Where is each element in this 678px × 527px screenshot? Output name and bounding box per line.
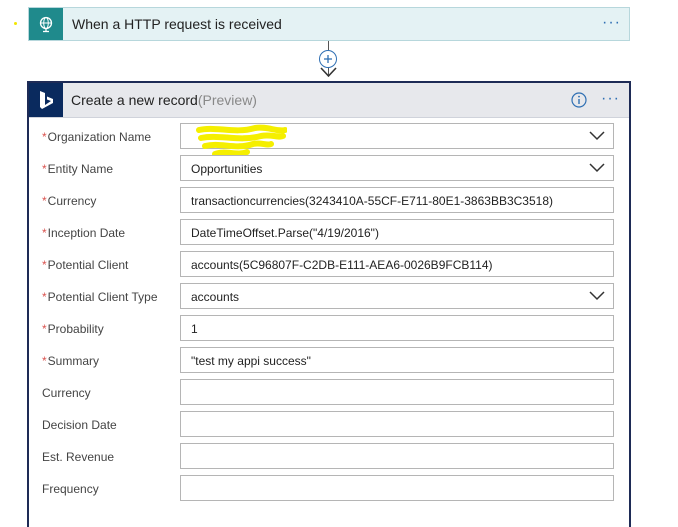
field-value: accounts(5C96807F-C2DB-E111-AEA6-0026B9F… <box>191 258 493 272</box>
field-value: accounts <box>191 290 240 304</box>
field-label-text: Organization Name <box>47 130 152 144</box>
field-label-text: Decision Date <box>42 418 117 432</box>
frequency-input[interactable] <box>180 475 614 501</box>
field-label: *Potential Client Type <box>42 290 158 304</box>
chevron-down-icon[interactable] <box>589 131 605 141</box>
field-label-text: Frequency <box>42 482 99 496</box>
trigger-card[interactable]: When a HTTP request is received ··· <box>28 7 630 41</box>
form-row-potential-client: *Potential Client accounts(5C96807F-C2DB-… <box>29 251 629 283</box>
field-label: *Inception Date <box>42 226 125 240</box>
summary-input[interactable]: "test my appi success" <box>180 347 614 373</box>
form-row-currency: Currency <box>29 379 629 411</box>
field-label: *Organization Name <box>42 130 151 144</box>
field-label: Est. Revenue <box>42 450 114 464</box>
field-label: *Currency <box>42 194 96 208</box>
form-row-decision-date: Decision Date <box>29 411 629 443</box>
est-revenue-input[interactable] <box>180 443 614 469</box>
dynamics-logo-icon <box>29 83 63 117</box>
form-row-potential-client-type: *Potential Client Type accounts <box>29 283 629 315</box>
inception-date-input[interactable]: DateTimeOffset.Parse("4/19/2016") <box>180 219 614 245</box>
field-label: *Potential Client <box>42 258 128 272</box>
field-label-text: Potential Client Type <box>47 290 158 304</box>
field-label-text: Currency <box>42 386 91 400</box>
required-asterisk: * <box>42 322 47 336</box>
action-title-text: Create a new record <box>71 92 198 108</box>
required-asterisk: * <box>42 226 47 240</box>
chevron-down-icon[interactable] <box>589 291 605 301</box>
organization-name-dropdown[interactable] <box>180 123 614 157</box>
required-asterisk: * <box>42 258 47 272</box>
form-row-organization-name: *Organization Name <box>29 123 629 157</box>
required-asterisk: * <box>42 162 47 176</box>
required-asterisk: * <box>42 194 47 208</box>
potential-client-input[interactable]: accounts(5C96807F-C2DB-E111-AEA6-0026B9F… <box>180 251 614 277</box>
currency-input[interactable] <box>180 379 614 405</box>
info-icon[interactable] <box>571 92 587 113</box>
yellow-dot <box>14 22 17 25</box>
field-value: transactioncurrencies(3243410A-55CF-E711… <box>191 194 553 208</box>
potential-client-type-dropdown[interactable]: accounts <box>180 283 614 309</box>
field-label: Decision Date <box>42 418 117 432</box>
field-label-text: Est. Revenue <box>42 450 115 464</box>
chevron-down-icon[interactable] <box>589 163 605 173</box>
preview-tag: (Preview) <box>197 92 257 108</box>
required-asterisk: * <box>42 130 47 144</box>
http-globe-icon <box>29 8 63 40</box>
trigger-title: When a HTTP request is received <box>72 16 282 32</box>
field-value: "test my appi success" <box>191 354 311 368</box>
field-label-text: Potential Client <box>47 258 129 272</box>
arrow-down-icon <box>320 67 337 78</box>
redaction-scribble <box>196 124 287 157</box>
entity-name-dropdown[interactable]: Opportunities <box>180 155 614 181</box>
field-label-text: Summary <box>47 354 100 368</box>
field-label-text: Entity Name <box>47 162 114 176</box>
field-value: 1 <box>191 322 198 336</box>
probability-input[interactable]: 1 <box>180 315 614 341</box>
field-label: *Probability <box>42 322 104 336</box>
form-row-frequency: Frequency <box>29 475 629 507</box>
form-row-currency: *Currency transactioncurrencies(3243410A-… <box>29 187 629 219</box>
action-more-button[interactable]: ··· <box>601 90 620 108</box>
field-value: DateTimeOffset.Parse("4/19/2016") <box>191 226 379 240</box>
form-row-summary: *Summary "test my appi success" <box>29 347 629 379</box>
trigger-more-button[interactable]: ··· <box>602 14 621 32</box>
plus-icon <box>324 55 332 63</box>
form-row-est-revenue: Est. Revenue <box>29 443 629 475</box>
required-asterisk: * <box>42 354 47 368</box>
action-card-title: Create a new record(Preview) <box>71 92 257 108</box>
required-asterisk: * <box>42 290 47 304</box>
record-form: *Organization Name *Entity Name Opportunit… <box>29 123 629 507</box>
field-label-text: Currency <box>47 194 97 208</box>
field-label: *Entity Name <box>42 162 113 176</box>
form-row-probability: *Probability 1 <box>29 315 629 347</box>
field-label: Currency <box>42 386 91 400</box>
action-card-header[interactable]: Create a new record(Preview) ··· <box>29 83 629 118</box>
action-card: Create a new record(Preview) ··· *Organi… <box>27 81 631 527</box>
form-row-entity-name: *Entity Name Opportunities <box>29 155 629 187</box>
field-label: *Summary <box>42 354 99 368</box>
field-value: Opportunities <box>191 162 263 176</box>
field-label-text: Inception Date <box>47 226 126 240</box>
currency-input[interactable]: transactioncurrencies(3243410A-55CF-E711… <box>180 187 614 213</box>
field-label: Frequency <box>42 482 99 496</box>
decision-date-input[interactable] <box>180 411 614 437</box>
form-row-inception-date: *Inception Date DateTimeOffset.Parse("4/1… <box>29 219 629 251</box>
field-label-text: Probability <box>47 322 104 336</box>
